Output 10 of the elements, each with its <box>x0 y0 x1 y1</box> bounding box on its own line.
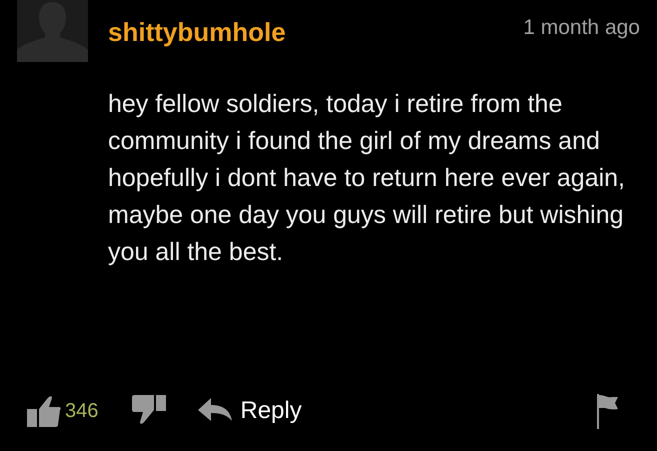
reply-icon <box>198 398 232 424</box>
thumbs-up-icon[interactable] <box>27 395 61 427</box>
thumbs-down-icon[interactable] <box>132 395 166 427</box>
comment-text: hey fellow soldiers, today i retire from the community i found the girl of my dreams and hopefully i dont have to return here ever again, maybe one day you guys will retire but wishing you all the best. <box>108 89 626 268</box>
like-count: 346 <box>65 400 98 422</box>
reply-button[interactable]: Reply <box>198 397 302 425</box>
username[interactable]: shittybumhole <box>108 16 286 48</box>
avatar-placeholder <box>17 0 88 62</box>
flag-icon[interactable] <box>596 393 620 429</box>
timestamp: 1 month ago <box>523 15 640 41</box>
